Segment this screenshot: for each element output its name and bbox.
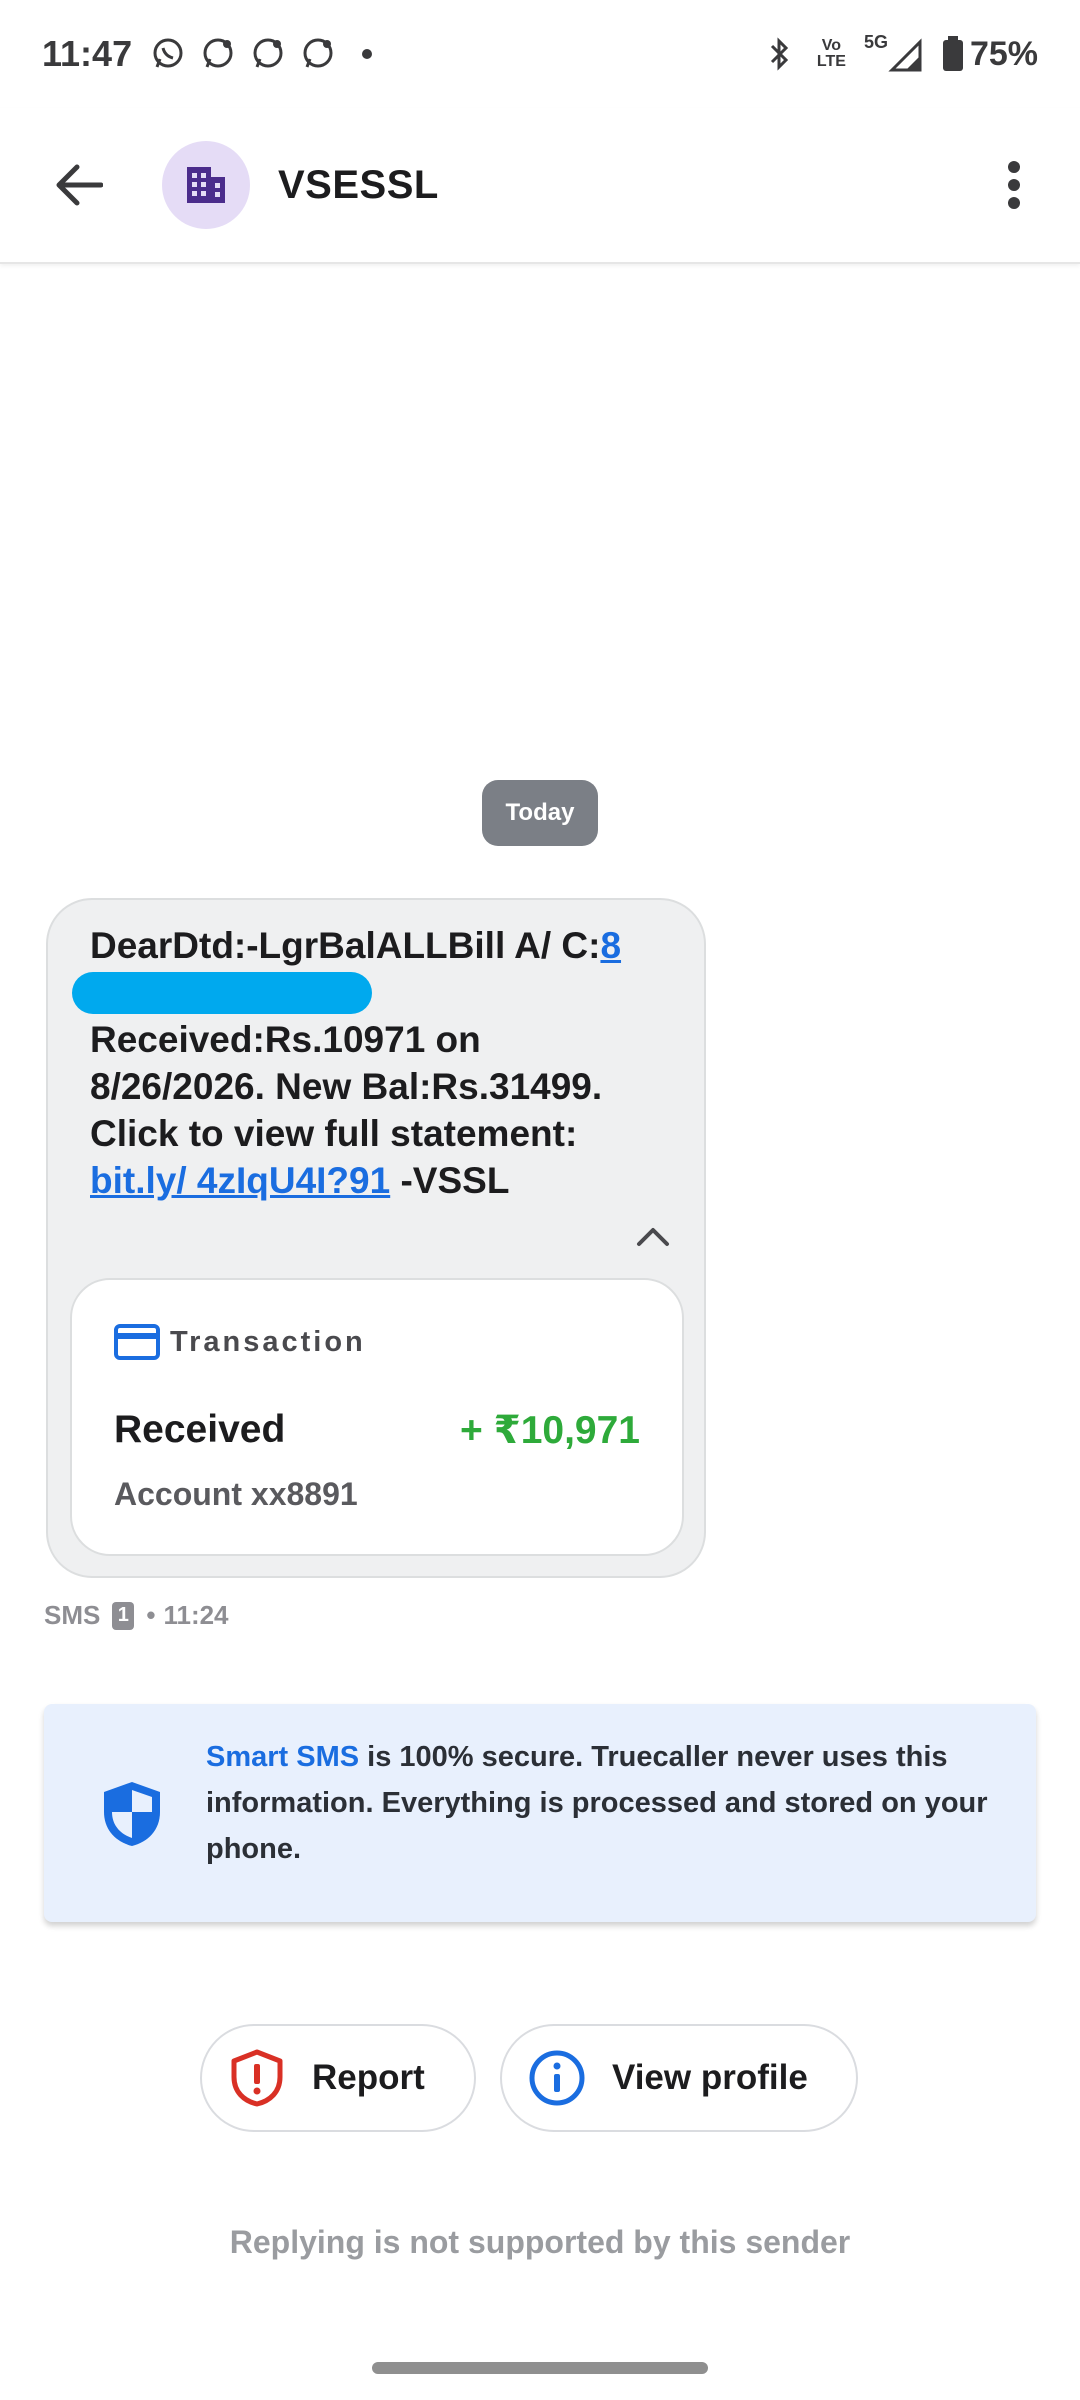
volte-top: Vo: [821, 37, 842, 54]
report-shield-icon: [228, 2049, 286, 2107]
message-text: DearDtd:-LgrBalALLBill A/ C:8 Received:R…: [72, 922, 650, 1204]
status-time: 11:47: [42, 33, 133, 74]
redaction-mark: [72, 972, 372, 1015]
arrow-left-icon: [56, 164, 103, 206]
report-label: Report: [312, 2058, 425, 2097]
bluetooth-icon: [759, 34, 799, 74]
transaction-card[interactable]: Transaction Received + ₹10,971 Account x…: [70, 1278, 684, 1556]
status-left: 11:47: [42, 33, 373, 75]
notification-dot: [362, 49, 373, 59]
home-indicator[interactable]: [372, 2362, 708, 2374]
whatsapp-business-icon: [298, 34, 338, 74]
chevron-up-icon: [637, 1228, 669, 1246]
more-options-button[interactable]: [984, 145, 1044, 225]
signal-5g-icon: 5G: [863, 32, 924, 74]
volte-icon: Vo LTE: [817, 38, 846, 70]
back-button[interactable]: [38, 145, 118, 225]
building-icon: [187, 167, 225, 203]
transaction-title: Transaction: [170, 1325, 366, 1358]
status-bar: 11:47 Vo LTE 5G 75%: [0, 0, 1080, 108]
whatsapp-business-icon: [198, 34, 238, 74]
battery-icon: [942, 36, 963, 71]
transaction-type: Received: [114, 1408, 286, 1451]
message-meta: SMS 1 • 11:24: [44, 1600, 229, 1631]
battery-indicator: 75%: [942, 35, 1038, 74]
date-separator: Today: [482, 780, 598, 846]
status-right: Vo LTE 5G 75%: [759, 32, 1038, 74]
battery-percent: 75%: [969, 34, 1038, 73]
message-text-part2: Received:Rs.10971 on 8/26/2026. New Bal:…: [90, 1019, 603, 1155]
sender-name[interactable]: VSESSL: [278, 163, 439, 208]
view-profile-label: View profile: [612, 2058, 808, 2097]
whatsapp-icon: [148, 34, 188, 74]
shield-icon: [104, 1782, 160, 1846]
info-text: Smart SMS is 100% secure. Truecaller nev…: [206, 1734, 1006, 1872]
account-number-link[interactable]: 8: [600, 925, 621, 966]
smart-sms-info-card: Smart SMS is 100% secure. Truecaller nev…: [44, 1704, 1036, 1922]
signal-label: 5G: [863, 32, 888, 52]
conversation-header: VSESSL: [0, 108, 1080, 264]
transaction-header: Transaction: [114, 1324, 366, 1360]
message-time: 11:24: [163, 1600, 229, 1630]
credit-card-icon: [114, 1324, 160, 1360]
avatar[interactable]: [162, 141, 250, 229]
meta-separator: •: [146, 1600, 156, 1630]
report-button[interactable]: Report: [200, 2024, 476, 2132]
info-icon: [528, 2049, 586, 2107]
smart-sms-highlight: Smart SMS: [206, 1741, 360, 1773]
whatsapp-business-icon: [248, 34, 288, 74]
message-text-part3: -VSSL: [390, 1160, 510, 1202]
collapse-button[interactable]: [628, 1216, 678, 1256]
sim-icon: 1: [112, 1601, 135, 1630]
more-vert-icon: [1008, 161, 1020, 209]
transaction-account: Account xx8891: [114, 1476, 358, 1512]
statement-link[interactable]: bit.ly/ 4zIqU4I?91: [90, 1160, 390, 1201]
message-text-part1: DearDtd:-LgrBalALLBill A/ C:: [90, 925, 601, 966]
volte-bottom: LTE: [816, 53, 846, 70]
message-bubble[interactable]: DearDtd:-LgrBalALLBill A/ C:8 Received:R…: [46, 898, 706, 1578]
transaction-amount: + ₹10,971: [459, 1409, 640, 1452]
message-channel: SMS: [44, 1600, 101, 1630]
view-profile-button[interactable]: View profile: [500, 2024, 858, 2132]
reply-not-supported-note: Replying is not supported by this sender: [229, 2224, 851, 2260]
